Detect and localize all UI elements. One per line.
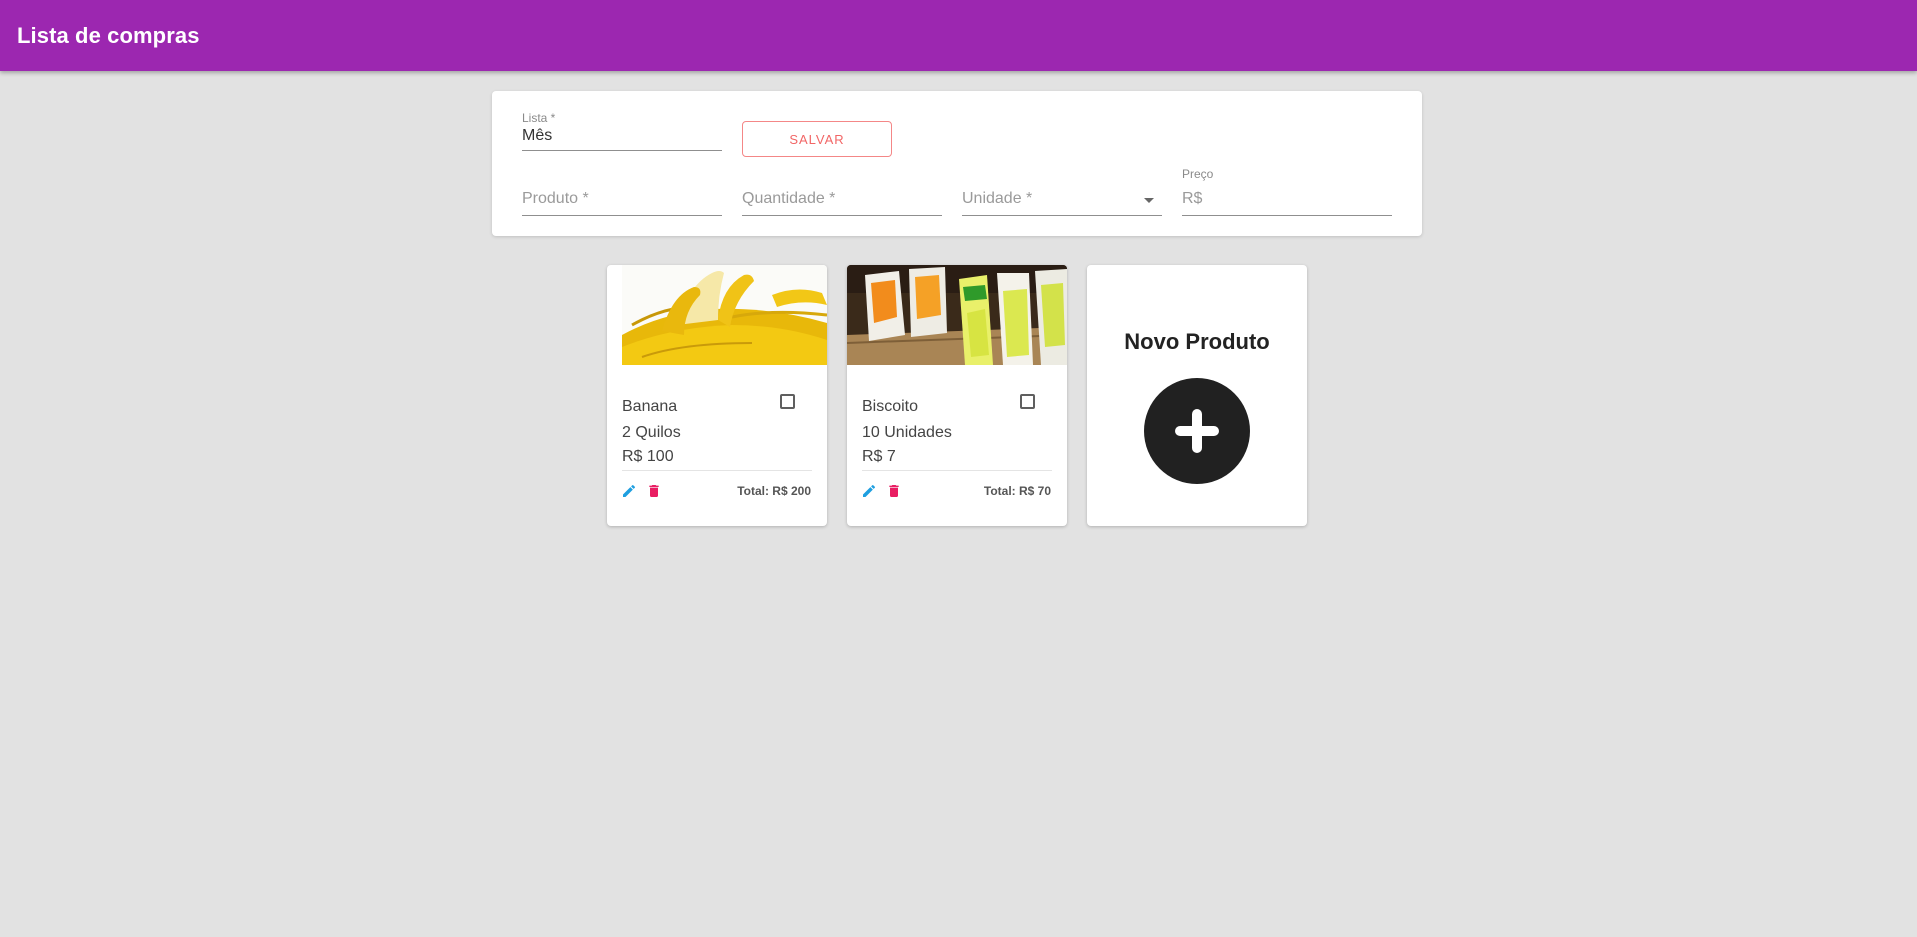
edit-icon[interactable] bbox=[621, 483, 637, 499]
add-product-button[interactable] bbox=[1144, 378, 1250, 484]
save-button[interactable]: SALVAR bbox=[742, 121, 892, 157]
card-divider bbox=[862, 470, 1052, 471]
list-field-underline bbox=[522, 150, 722, 151]
new-product-title: Novo Produto bbox=[1124, 329, 1270, 354]
list-field-value[interactable]: Mês bbox=[522, 127, 552, 145]
product-quantity: 2 Quilos bbox=[622, 424, 681, 441]
list-form-card: Lista * Mês SALVAR Produto * Quantidade … bbox=[492, 91, 1422, 236]
price-field-underline bbox=[1182, 215, 1392, 216]
delete-icon[interactable] bbox=[646, 483, 662, 499]
product-total: Total: R$ 70 bbox=[983, 484, 1051, 498]
product-field[interactable]: Produto * bbox=[522, 189, 722, 216]
quantity-field[interactable]: Quantidade * bbox=[742, 189, 942, 216]
list-field-label: Lista * bbox=[522, 111, 556, 125]
checkbox[interactable] bbox=[780, 394, 795, 409]
card-divider bbox=[622, 470, 812, 471]
product-price: R$ 7 bbox=[862, 448, 896, 465]
new-product-card[interactable]: Novo Produto bbox=[1087, 265, 1307, 526]
price-field-placeholder: R$ bbox=[1182, 190, 1203, 207]
app-bar: Lista de compras bbox=[0, 0, 1917, 71]
price-field[interactable]: Preço R$ bbox=[1182, 167, 1392, 216]
product-name: Banana bbox=[622, 398, 678, 415]
banana-image bbox=[622, 265, 827, 365]
checkbox[interactable] bbox=[1020, 394, 1035, 409]
product-field-underline bbox=[522, 215, 722, 216]
unit-select-underline bbox=[962, 215, 1162, 216]
price-field-label: Preço bbox=[1182, 167, 1214, 181]
biscuit-image bbox=[847, 265, 1067, 365]
product-name: Biscoito bbox=[862, 398, 919, 415]
chevron-down-icon[interactable] bbox=[1144, 198, 1154, 203]
edit-icon[interactable] bbox=[861, 483, 877, 499]
plus-icon bbox=[1175, 409, 1219, 453]
product-card: Biscoito 10 Unidades R$ 7 Total: R$ 70 bbox=[847, 265, 1067, 526]
quantity-field-underline bbox=[742, 215, 942, 216]
product-card: Banana 2 Quilos R$ 100 Total: R$ 200 bbox=[607, 265, 827, 526]
delete-icon[interactable] bbox=[886, 483, 902, 499]
product-quantity: 10 Unidades bbox=[862, 424, 952, 441]
product-total: Total: R$ 200 bbox=[737, 484, 811, 498]
banana-image bbox=[622, 265, 827, 365]
product-field-placeholder: Produto * bbox=[522, 190, 589, 207]
quantity-field-placeholder: Quantidade * bbox=[742, 190, 836, 207]
unit-select[interactable]: Unidade * bbox=[962, 189, 1162, 216]
unit-select-placeholder: Unidade * bbox=[962, 190, 1033, 207]
app-title: Lista de compras bbox=[17, 23, 200, 48]
biscuit-image bbox=[847, 265, 1067, 365]
list-field[interactable]: Lista * Mês bbox=[522, 111, 722, 151]
product-price: R$ 100 bbox=[622, 448, 674, 465]
